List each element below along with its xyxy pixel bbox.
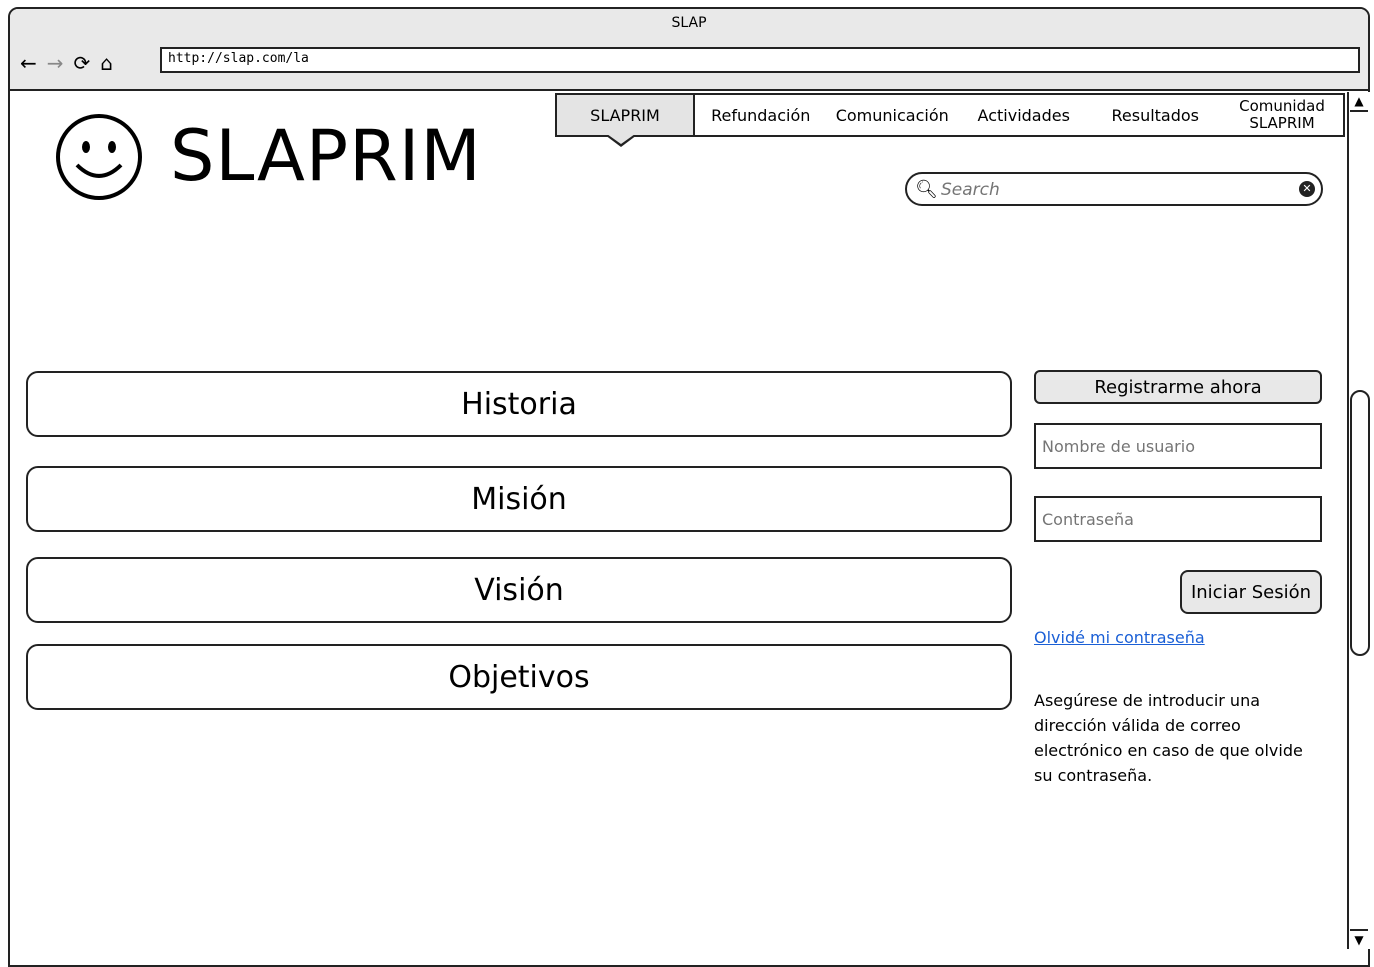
address-bar[interactable]: http://slap.com/la <box>160 47 1360 73</box>
search-icon: 🔍︎ <box>915 179 938 200</box>
smiley-logo-icon <box>56 114 142 200</box>
nav-item-actividades[interactable]: Actividades <box>958 95 1090 135</box>
scroll-up-icon[interactable]: ▲ <box>1350 92 1368 112</box>
clear-icon[interactable]: ✕ <box>1299 181 1315 197</box>
nav-item-comunicacion[interactable]: Comunicación <box>827 95 959 135</box>
search-input[interactable] <box>939 178 1293 202</box>
scroll-down-icon[interactable]: ▼ <box>1350 929 1368 949</box>
register-button[interactable]: Registrarme ahora <box>1034 370 1322 404</box>
vertical-scrollbar[interactable]: ▲ ▼ <box>1347 92 1371 949</box>
brand-name: SLAPRIM <box>170 115 482 197</box>
forgot-password-link[interactable]: Olvidé mi contraseña <box>1034 628 1205 647</box>
window-title: SLAP <box>671 15 707 31</box>
main-nav: SLAPRIM Refundación Comunicación Activid… <box>555 93 1345 147</box>
home-icon[interactable]: ⌂ <box>100 53 113 73</box>
scroll-thumb[interactable] <box>1350 390 1370 656</box>
nav-item-refundacion[interactable]: Refundación <box>695 95 827 135</box>
email-note: Asegúrese de introducir una dirección vá… <box>1034 691 1303 785</box>
nav-item-comunidad[interactable]: Comunidad SLAPRIM <box>1221 95 1343 135</box>
forward-arrow-icon[interactable]: → <box>47 53 64 73</box>
title-bar: SLAP ← → ⟳ ⌂ http://slap.com/la <box>10 9 1368 91</box>
vision-button[interactable]: Visión <box>26 557 1012 623</box>
browser-nav-buttons: ← → ⟳ ⌂ <box>20 53 113 73</box>
password-field[interactable] <box>1034 496 1322 542</box>
search-box: 🔍︎ ✕ <box>905 172 1323 206</box>
login-button[interactable]: Iniciar Sesión <box>1180 570 1322 614</box>
back-arrow-icon[interactable]: ← <box>20 53 37 73</box>
nav-item-resultados[interactable]: Resultados <box>1090 95 1222 135</box>
nav-item-slaprim[interactable]: SLAPRIM <box>557 95 695 147</box>
objetivos-button[interactable]: Objetivos <box>26 644 1012 710</box>
reload-icon[interactable]: ⟳ <box>74 53 91 73</box>
historia-button[interactable]: Historia <box>26 371 1012 437</box>
username-field[interactable] <box>1034 423 1322 469</box>
mision-button[interactable]: Misión <box>26 466 1012 532</box>
